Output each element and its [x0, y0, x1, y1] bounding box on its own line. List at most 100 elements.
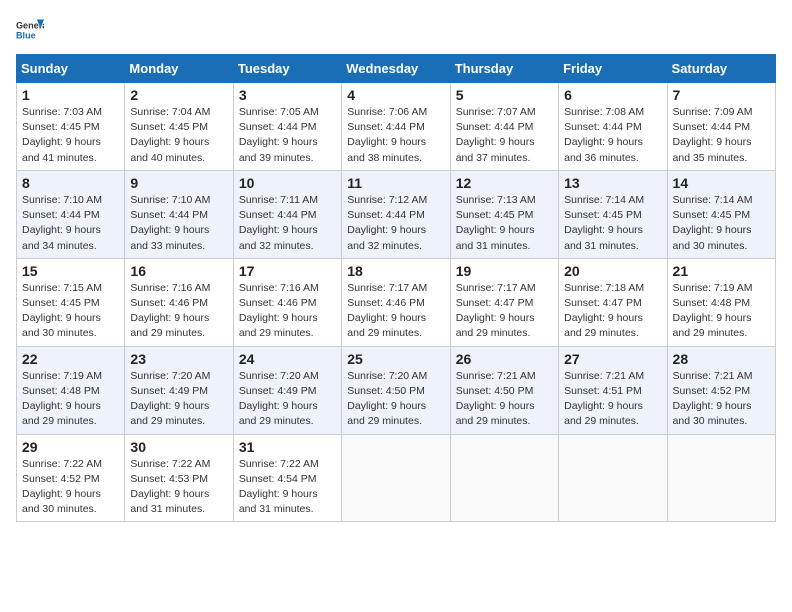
- day-cell: 10 Sunrise: 7:11 AMSunset: 4:44 PMDayligh…: [233, 170, 341, 258]
- day-cell: 12 Sunrise: 7:13 AMSunset: 4:45 PMDayligh…: [450, 170, 558, 258]
- day-info: Sunrise: 7:07 AMSunset: 4:44 PMDaylight:…: [456, 105, 553, 166]
- day-cell: 31 Sunrise: 7:22 AMSunset: 4:54 PMDayligh…: [233, 434, 341, 522]
- day-number: 28: [673, 351, 770, 367]
- day-header-friday: Friday: [559, 55, 667, 83]
- day-cell: 29 Sunrise: 7:22 AMSunset: 4:52 PMDayligh…: [17, 434, 125, 522]
- day-info: Sunrise: 7:20 AMSunset: 4:49 PMDaylight:…: [239, 369, 336, 430]
- day-number: 3: [239, 87, 336, 103]
- day-number: 24: [239, 351, 336, 367]
- day-number: 22: [22, 351, 119, 367]
- day-cell: 16 Sunrise: 7:16 AMSunset: 4:46 PMDayligh…: [125, 258, 233, 346]
- day-info: Sunrise: 7:06 AMSunset: 4:44 PMDaylight:…: [347, 105, 444, 166]
- day-info: Sunrise: 7:10 AMSunset: 4:44 PMDaylight:…: [22, 193, 119, 254]
- day-cell: 20 Sunrise: 7:18 AMSunset: 4:47 PMDayligh…: [559, 258, 667, 346]
- day-number: 8: [22, 175, 119, 191]
- day-header-sunday: Sunday: [17, 55, 125, 83]
- day-cell: 7 Sunrise: 7:09 AMSunset: 4:44 PMDaylight…: [667, 83, 775, 171]
- day-info: Sunrise: 7:17 AMSunset: 4:46 PMDaylight:…: [347, 281, 444, 342]
- day-info: Sunrise: 7:15 AMSunset: 4:45 PMDaylight:…: [22, 281, 119, 342]
- day-cell: 15 Sunrise: 7:15 AMSunset: 4:45 PMDayligh…: [17, 258, 125, 346]
- days-header-row: SundayMondayTuesdayWednesdayThursdayFrid…: [17, 55, 776, 83]
- day-number: 2: [130, 87, 227, 103]
- day-info: Sunrise: 7:12 AMSunset: 4:44 PMDaylight:…: [347, 193, 444, 254]
- day-cell: 2 Sunrise: 7:04 AMSunset: 4:45 PMDaylight…: [125, 83, 233, 171]
- day-number: 18: [347, 263, 444, 279]
- day-number: 14: [673, 175, 770, 191]
- week-row-5: 29 Sunrise: 7:22 AMSunset: 4:52 PMDayligh…: [17, 434, 776, 522]
- day-cell: 3Sunrise: 7:05 AMSunset: 4:44 PMDaylight…: [233, 83, 341, 171]
- day-number: 27: [564, 351, 661, 367]
- day-number: 25: [347, 351, 444, 367]
- day-info: Sunrise: 7:04 AMSunset: 4:45 PMDaylight:…: [130, 105, 227, 166]
- day-number: 29: [22, 439, 119, 455]
- day-cell: 19 Sunrise: 7:17 AMSunset: 4:47 PMDayligh…: [450, 258, 558, 346]
- day-info: Sunrise: 7:13 AMSunset: 4:45 PMDaylight:…: [456, 193, 553, 254]
- day-number: 23: [130, 351, 227, 367]
- day-number: 16: [130, 263, 227, 279]
- day-cell: [342, 434, 450, 522]
- day-cell: 1 Sunrise: 7:03 AMSunset: 4:45 PMDaylight…: [17, 83, 125, 171]
- day-info: Sunrise: 7:22 AMSunset: 4:53 PMDaylight:…: [130, 457, 227, 518]
- day-info: Sunrise: 7:22 AMSunset: 4:54 PMDaylight:…: [239, 457, 336, 518]
- day-number: 12: [456, 175, 553, 191]
- day-number: 20: [564, 263, 661, 279]
- day-cell: 17Sunrise: 7:16 AMSunset: 4:46 PMDayligh…: [233, 258, 341, 346]
- day-number: 15: [22, 263, 119, 279]
- day-number: 1: [22, 87, 119, 103]
- day-cell: [559, 434, 667, 522]
- day-cell: 11 Sunrise: 7:12 AMSunset: 4:44 PMDayligh…: [342, 170, 450, 258]
- day-info: Sunrise: 7:09 AMSunset: 4:44 PMDaylight:…: [673, 105, 770, 166]
- day-number: 7: [673, 87, 770, 103]
- day-cell: 23 Sunrise: 7:20 AMSunset: 4:49 PMDayligh…: [125, 346, 233, 434]
- day-header-wednesday: Wednesday: [342, 55, 450, 83]
- day-cell: 13Sunrise: 7:14 AMSunset: 4:45 PMDayligh…: [559, 170, 667, 258]
- day-cell: 14 Sunrise: 7:14 AMSunset: 4:45 PMDayligh…: [667, 170, 775, 258]
- week-row-2: 8 Sunrise: 7:10 AMSunset: 4:44 PMDaylight…: [17, 170, 776, 258]
- day-cell: 4 Sunrise: 7:06 AMSunset: 4:44 PMDaylight…: [342, 83, 450, 171]
- day-info: Sunrise: 7:20 AMSunset: 4:49 PMDaylight:…: [130, 369, 227, 430]
- day-info: Sunrise: 7:14 AMSunset: 4:45 PMDaylight:…: [673, 193, 770, 254]
- day-number: 6: [564, 87, 661, 103]
- day-number: 11: [347, 175, 444, 191]
- day-info: Sunrise: 7:16 AMSunset: 4:46 PMDaylight:…: [130, 281, 227, 342]
- day-number: 10: [239, 175, 336, 191]
- day-number: 26: [456, 351, 553, 367]
- day-cell: 5Sunrise: 7:07 AMSunset: 4:44 PMDaylight…: [450, 83, 558, 171]
- header: General Blue: [16, 16, 776, 44]
- day-info: Sunrise: 7:08 AMSunset: 4:44 PMDaylight:…: [564, 105, 661, 166]
- day-info: Sunrise: 7:21 AMSunset: 4:51 PMDaylight:…: [564, 369, 661, 430]
- day-number: 21: [673, 263, 770, 279]
- day-number: 19: [456, 263, 553, 279]
- day-info: Sunrise: 7:19 AMSunset: 4:48 PMDaylight:…: [22, 369, 119, 430]
- day-cell: 26 Sunrise: 7:21 AMSunset: 4:50 PMDayligh…: [450, 346, 558, 434]
- day-cell: 8 Sunrise: 7:10 AMSunset: 4:44 PMDaylight…: [17, 170, 125, 258]
- day-header-tuesday: Tuesday: [233, 55, 341, 83]
- day-info: Sunrise: 7:21 AMSunset: 4:52 PMDaylight:…: [673, 369, 770, 430]
- day-cell: 28 Sunrise: 7:21 AMSunset: 4:52 PMDayligh…: [667, 346, 775, 434]
- day-number: 30: [130, 439, 227, 455]
- day-info: Sunrise: 7:22 AMSunset: 4:52 PMDaylight:…: [22, 457, 119, 518]
- day-info: Sunrise: 7:16 AMSunset: 4:46 PMDaylight:…: [239, 281, 336, 342]
- day-number: 13: [564, 175, 661, 191]
- day-info: Sunrise: 7:03 AMSunset: 4:45 PMDaylight:…: [22, 105, 119, 166]
- day-number: 31: [239, 439, 336, 455]
- day-cell: 6 Sunrise: 7:08 AMSunset: 4:44 PMDaylight…: [559, 83, 667, 171]
- day-cell: [450, 434, 558, 522]
- day-cell: 30 Sunrise: 7:22 AMSunset: 4:53 PMDayligh…: [125, 434, 233, 522]
- day-number: 4: [347, 87, 444, 103]
- calendar: SundayMondayTuesdayWednesdayThursdayFrid…: [16, 54, 776, 522]
- day-header-monday: Monday: [125, 55, 233, 83]
- day-cell: [667, 434, 775, 522]
- day-info: Sunrise: 7:11 AMSunset: 4:44 PMDaylight:…: [239, 193, 336, 254]
- day-cell: 24 Sunrise: 7:20 AMSunset: 4:49 PMDayligh…: [233, 346, 341, 434]
- day-cell: 25 Sunrise: 7:20 AMSunset: 4:50 PMDayligh…: [342, 346, 450, 434]
- day-info: Sunrise: 7:18 AMSunset: 4:47 PMDaylight:…: [564, 281, 661, 342]
- day-info: Sunrise: 7:17 AMSunset: 4:47 PMDaylight:…: [456, 281, 553, 342]
- svg-text:Blue: Blue: [16, 30, 36, 40]
- logo: General Blue: [16, 16, 48, 44]
- day-info: Sunrise: 7:20 AMSunset: 4:50 PMDaylight:…: [347, 369, 444, 430]
- day-info: Sunrise: 7:19 AMSunset: 4:48 PMDaylight:…: [673, 281, 770, 342]
- day-cell: 22 Sunrise: 7:19 AMSunset: 4:48 PMDayligh…: [17, 346, 125, 434]
- day-info: Sunrise: 7:21 AMSunset: 4:50 PMDaylight:…: [456, 369, 553, 430]
- week-row-1: 1 Sunrise: 7:03 AMSunset: 4:45 PMDaylight…: [17, 83, 776, 171]
